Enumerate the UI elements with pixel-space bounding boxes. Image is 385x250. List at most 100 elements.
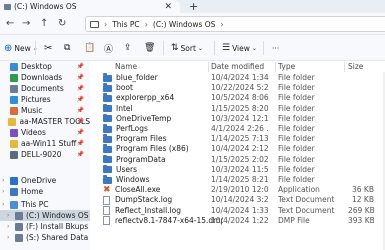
sidebar-item[interactable]: aa-Win11 Stuff 📌 xyxy=(0,138,90,149)
copy-icon[interactable]: ⧉ xyxy=(64,41,70,55)
chevron-right-icon[interactable]: › xyxy=(7,223,13,230)
chevron-right-icon[interactable]: › xyxy=(2,188,8,195)
sidebar-item-icon xyxy=(10,200,18,209)
new-button[interactable]: ⊕ New ⌄ xyxy=(4,41,38,55)
file-name-cell: explorerpp_x64 xyxy=(103,93,223,103)
view-button[interactable]: ☰ View ⌄ xyxy=(222,41,257,55)
navigation-pane: Desktop 📌 Downloads 📌 Documents 📌 Pictures 📌 Mus… xyxy=(0,61,90,250)
new-tab-button[interactable]: + xyxy=(189,1,198,12)
file-name: Program Files xyxy=(116,134,167,144)
chevron-down-icon: ⌄ xyxy=(251,44,257,52)
chevron-right-icon[interactable]: › xyxy=(7,234,13,241)
folder-icon xyxy=(103,93,112,102)
sidebar-item-label: aa-Win11 Stuff xyxy=(21,139,77,148)
refresh-icon[interactable]: ↻ xyxy=(58,17,66,31)
breadcrumb-drive[interactable]: (C:) Windows OS xyxy=(153,20,216,29)
file-size: 269 KB xyxy=(348,205,374,215)
sidebar-item[interactable]: Music 📌 xyxy=(0,105,90,116)
sidebar-item[interactable]: Documents 📌 xyxy=(0,83,90,94)
pin-icon: 📌 xyxy=(76,129,84,136)
breadcrumb-this-pc[interactable]: This PC xyxy=(112,20,139,29)
file-name: Users xyxy=(116,164,138,174)
file-row[interactable]: Intel 1/15/2025 8:20... File folder xyxy=(90,104,385,114)
file-date: 10/5/2024 8:06... xyxy=(211,93,269,103)
file-name-cell: Windows xyxy=(103,175,223,185)
sort-button[interactable]: ⇅ Sort ⌄ xyxy=(171,41,203,55)
close-tab-icon[interactable]: ✕ xyxy=(164,2,172,12)
sidebar-item[interactable]: Downloads 📌 xyxy=(0,72,90,83)
file-type: Text Document xyxy=(278,195,335,205)
sidebar-item[interactable]: › (F:) Install Bkups xyxy=(0,221,90,232)
file-row[interactable]: DumpStack.log 10/14/2024 3:2... Text Docum… xyxy=(90,195,385,205)
column-header-type[interactable]: Type xyxy=(278,61,295,72)
file-row[interactable]: Reflect_Install.log 10/4/2024 1:33... Text… xyxy=(90,206,385,216)
column-header-size[interactable]: Size xyxy=(348,61,363,72)
sidebar-item[interactable]: › OneDrive xyxy=(0,175,90,186)
pin-icon: 📌 xyxy=(76,118,84,125)
file-row[interactable]: Program Files 1/14/2025 7:13... File folde… xyxy=(90,134,385,144)
file-type: DMP File xyxy=(278,215,310,225)
file-row[interactable]: ProgramData 1/15/2025 2:02... File folder xyxy=(90,155,385,165)
file-size: 36 KB xyxy=(352,185,374,195)
file-row[interactable]: OneDriveTemp 10/3/2024 12:1... File folder xyxy=(90,114,385,124)
sidebar-item-icon xyxy=(15,222,23,231)
sidebar-item-icon xyxy=(8,117,17,126)
file-type: File folder xyxy=(278,154,315,164)
share-icon[interactable]: ⇪ xyxy=(124,41,132,55)
column-header-date[interactable]: Date modified xyxy=(211,61,264,72)
chevron-right-icon[interactable]: › xyxy=(2,201,8,208)
folder-icon xyxy=(103,175,112,184)
cut-icon[interactable]: ✂ xyxy=(44,41,52,55)
sidebar-item-icon xyxy=(10,62,18,71)
forward-arrow-icon[interactable]: → xyxy=(22,17,30,31)
sidebar-item[interactable]: aa-MASTER TOOLS 📌 xyxy=(0,116,90,127)
sidebar-item[interactable]: › Home xyxy=(0,186,90,197)
sidebar-item[interactable]: › (S:) Shared Data xyxy=(0,232,90,243)
chevron-right-icon[interactable]: › xyxy=(2,177,8,184)
up-arrow-icon[interactable]: ↑ xyxy=(40,17,48,31)
sidebar-item[interactable]: Videos 📌 xyxy=(0,127,90,138)
sidebar-item-label: Music xyxy=(21,106,43,115)
file-row[interactable]: Program Files (x86) 10/4/2024 2:12... File… xyxy=(90,144,385,154)
tab-windows-os[interactable]: (C:) Windows OS ✕ xyxy=(0,0,180,13)
file-name: Windows xyxy=(116,175,150,184)
sidebar-item[interactable]: Desktop 📌 xyxy=(0,61,90,72)
file-type: File folder xyxy=(278,93,315,103)
file-name: ProgramData xyxy=(116,154,166,164)
file-date: 10/4/2024 2:12... xyxy=(211,144,269,154)
file-row[interactable]: Windows 1/14/2025 8:21... File folder xyxy=(90,175,385,185)
more-options-icon[interactable]: ··· xyxy=(272,41,279,55)
sidebar-item-label: Downloads xyxy=(21,73,63,82)
back-arrow-icon[interactable]: ← xyxy=(6,17,14,31)
paste-icon[interactable]: 📋 xyxy=(84,41,95,55)
file-date: 10/4/2024 1:34... xyxy=(211,73,269,82)
sidebar-item-icon xyxy=(10,187,18,196)
file-row[interactable]: explorerpp_x64 10/5/2024 8:06... File fold… xyxy=(90,93,385,103)
file-name: explorerpp_x64 xyxy=(116,93,175,103)
file-row[interactable]: blue_folder 10/4/2024 1:34... File folder xyxy=(90,73,385,83)
sidebar-item-label: (S:) Shared Data xyxy=(26,233,89,242)
file-row[interactable]: boot 10/22/2024 5:24... File folder xyxy=(90,83,385,93)
delete-icon[interactable]: 🗑 xyxy=(144,41,155,55)
rename-icon[interactable]: Ⓐ xyxy=(104,41,113,55)
sidebar-item[interactable]: › This PC xyxy=(0,199,90,210)
sidebar-item[interactable]: DELL-9020 📌 xyxy=(0,149,90,160)
file-row[interactable]: ✖ CloseAll.exe 2/19/2010 12:0... Applicatio… xyxy=(90,185,385,195)
file-name-cell: Program Files xyxy=(103,134,223,144)
file-size: 393 KB xyxy=(348,215,374,225)
file-name: DumpStack.log xyxy=(115,195,173,205)
file-date: 10/4/2024 1:33... xyxy=(211,205,269,215)
file-date: 10/22/2024 5:24... xyxy=(211,83,269,93)
file-row[interactable]: PerfLogs 4/1/2024 2:26 ... File folder xyxy=(90,124,385,134)
file-row[interactable]: Users 10/3/2024 11:5... File folder xyxy=(90,165,385,175)
pin-icon: 📌 xyxy=(76,96,84,103)
column-header-name[interactable]: Name xyxy=(115,61,137,72)
file-type: File folder xyxy=(278,134,315,144)
address-bar[interactable]: › This PC › (C:) Windows OS › xyxy=(85,16,385,32)
chevron-right-icon[interactable]: › xyxy=(7,212,13,219)
view-icon: ☰ xyxy=(222,43,231,53)
file-name: OneDriveTemp xyxy=(116,113,172,123)
sidebar-item[interactable]: Pictures 📌 xyxy=(0,94,90,105)
file-row[interactable]: reflectv8.1-7847-x64-15.dmp 10/4/2024 1:2… xyxy=(90,216,385,226)
sidebar-item[interactable]: › (C:) Windows OS xyxy=(0,210,90,221)
